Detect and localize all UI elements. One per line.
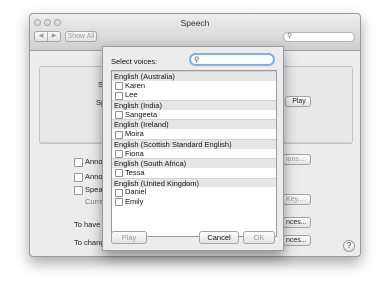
to-change-label: To chang: [74, 238, 105, 247]
announce-checkbox-1[interactable]: [74, 158, 83, 167]
search-icon: ⚲: [194, 55, 200, 64]
voice-checkbox[interactable]: [115, 188, 123, 197]
to-have-label: To have: [74, 220, 101, 229]
options-button[interactable]: ions...: [283, 154, 311, 165]
voice-search-input[interactable]: ⚲: [189, 53, 275, 66]
voice-group-header: English (Ireland): [112, 119, 276, 129]
play-button[interactable]: Play: [111, 231, 147, 244]
voice-checkbox[interactable]: [115, 82, 123, 91]
change-key-button[interactable]: Key...: [283, 194, 311, 205]
voice-item[interactable]: Tessa: [112, 168, 276, 178]
voice-group-header: English (Scottish Standard English): [112, 138, 276, 149]
voice-checkbox[interactable]: [115, 169, 123, 178]
voice-group-header: English (South Africa): [112, 158, 276, 168]
voice-name: Lee: [125, 90, 138, 100]
window-search-field[interactable]: ⚲: [283, 32, 355, 42]
voice-name: Tessa: [125, 167, 145, 177]
ok-button[interactable]: OK: [243, 231, 275, 244]
window-title: Speech: [180, 18, 210, 28]
voice-item[interactable]: Lee: [112, 90, 276, 100]
help-button[interactable]: ?: [343, 240, 355, 252]
voice-name: Karen: [125, 80, 146, 90]
chevron-right-icon[interactable]: ▶: [48, 32, 60, 41]
chevron-left-icon[interactable]: ◀: [35, 32, 48, 41]
voice-item[interactable]: Fiona: [112, 149, 276, 159]
select-voices-label: Select voices:: [111, 57, 158, 66]
speak-checkbox[interactable]: [74, 186, 83, 195]
accessibility-preferences-button[interactable]: nces...: [283, 217, 311, 228]
cancel-button[interactable]: Cancel: [199, 231, 239, 244]
date-time-preferences-button[interactable]: nces...: [283, 235, 311, 246]
voice-name: Sangeeta: [125, 109, 158, 119]
voice-item[interactable]: Karen: [112, 81, 276, 91]
voice-checkbox[interactable]: [115, 111, 123, 120]
voice-checkbox[interactable]: [115, 150, 123, 158]
voice-item[interactable]: Sangeeta: [112, 110, 276, 120]
voice-name: Emily: [125, 196, 144, 206]
voice-item[interactable]: Daniel: [112, 187, 276, 197]
nav-back-forward[interactable]: ◀ ▶: [34, 31, 61, 42]
voice-name: Moira: [125, 129, 144, 139]
voice-item[interactable]: Emily: [112, 197, 276, 207]
voice-group-header: English (Australia): [112, 71, 276, 81]
voice-group-header: English (India): [112, 100, 276, 110]
voice-item[interactable]: Moira: [112, 129, 276, 139]
voice-checkbox[interactable]: [115, 130, 123, 139]
announce-checkbox-2[interactable]: [74, 173, 83, 182]
voice-checkbox[interactable]: [115, 198, 123, 207]
select-voices-sheet: Select voices: ⚲ English (Australia) Kare…: [102, 46, 284, 251]
show-all-button[interactable]: Show All: [65, 31, 97, 42]
bg-play-button[interactable]: Play: [285, 96, 311, 107]
search-icon: ⚲: [287, 33, 293, 40]
voice-name: Fiona: [125, 148, 144, 158]
voice-checkbox[interactable]: [115, 91, 123, 100]
voice-list[interactable]: English (Australia) Karen Lee English (Indi…: [111, 70, 277, 237]
voice-name: Daniel: [125, 187, 147, 197]
voice-group-header: English (United Kingdom): [112, 177, 276, 188]
